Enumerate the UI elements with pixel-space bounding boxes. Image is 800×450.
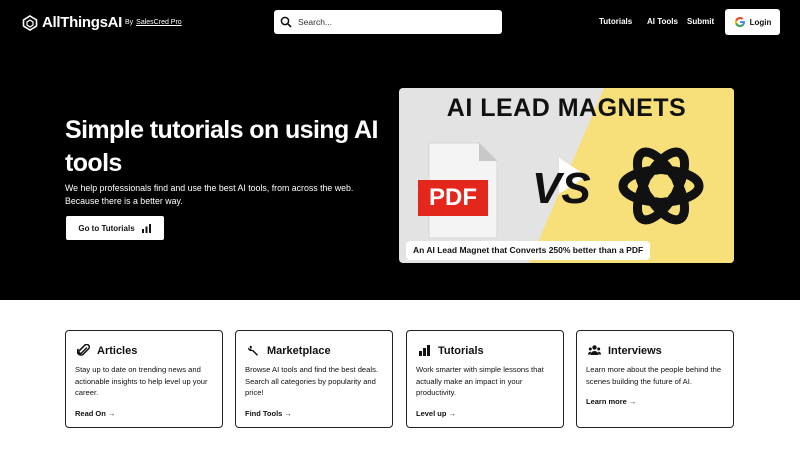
salescred-link[interactable]: SalesCred Pro — [136, 19, 182, 26]
card-title: Interviews — [608, 344, 662, 357]
logo-text: AllThingsAI — [42, 14, 123, 31]
google-login-button[interactable]: Login — [725, 9, 780, 35]
nav-link-tutorials[interactable]: Tutorials — [599, 17, 632, 26]
find-tools-link[interactable]: Find Tools → — [245, 409, 292, 418]
feature-cards: Articles Stay up to date on trending new… — [65, 330, 735, 428]
read-on-link[interactable]: Read On → — [75, 409, 115, 418]
card-description: Browse AI tools and find the best deals.… — [245, 365, 378, 397]
card-articles[interactable]: Articles Stay up to date on trending new… — [65, 330, 223, 428]
card-title: Tutorials — [438, 344, 484, 357]
search-icon — [280, 16, 292, 28]
pdf-badge: PDF — [418, 180, 488, 216]
featured-video-thumbnail[interactable]: AI LEAD MAGNETS PDF VS An AI Lead Magnet… — [399, 88, 734, 263]
vs-label: VS — [532, 164, 591, 213]
top-navigation: AllThingsAI By SalesCred Pro Tutorials A… — [0, 0, 800, 46]
logo-icon — [22, 14, 38, 31]
card-description: Work smarter with simple lessons that ac… — [416, 365, 544, 397]
wrench-icon — [247, 345, 258, 356]
level-up-link[interactable]: Level up → — [416, 409, 456, 418]
card-title: Articles — [97, 344, 138, 357]
people-icon — [588, 345, 601, 355]
bar-chart-icon — [141, 223, 151, 233]
by-label: By — [125, 19, 134, 26]
search-bar[interactable] — [274, 10, 502, 34]
card-description: Stay up to date on trending news and act… — [75, 365, 208, 397]
bar-chart-icon — [419, 345, 430, 356]
learn-more-link[interactable]: Learn more → — [586, 397, 636, 406]
go-to-tutorials-button[interactable]: Go to Tutorials — [66, 216, 164, 240]
cta-label: Go to Tutorials — [78, 223, 135, 233]
nav-link-ai-tools[interactable]: AI Tools — [647, 17, 678, 26]
thumbnail-title: AI LEAD MAGNETS — [446, 94, 687, 122]
card-title: Marketplace — [267, 344, 331, 357]
card-marketplace[interactable]: Marketplace Browse AI tools and find the… — [235, 330, 393, 428]
thumbnail-caption: An AI Lead Magnet that Converts 250% bet… — [406, 241, 651, 260]
paperclip-icon — [77, 344, 90, 356]
nav-link-submit[interactable]: Submit — [687, 17, 714, 26]
site-logo[interactable]: AllThingsAI — [22, 14, 122, 31]
login-label: Login — [749, 17, 772, 27]
card-description: Learn more about the people behind the s… — [586, 365, 722, 386]
card-tutorials[interactable]: Tutorials Work smarter with simple lesso… — [406, 330, 564, 428]
hero-subtitle: We help professionals find and use the b… — [65, 183, 354, 206]
card-interviews[interactable]: Interviews Learn more about the people b… — [576, 330, 734, 428]
attribution: By SalesCred Pro — [125, 19, 182, 26]
search-input[interactable] — [298, 17, 488, 27]
google-icon — [734, 17, 745, 27]
hero-title: Simple tutorials on using AI tools — [65, 116, 378, 177]
